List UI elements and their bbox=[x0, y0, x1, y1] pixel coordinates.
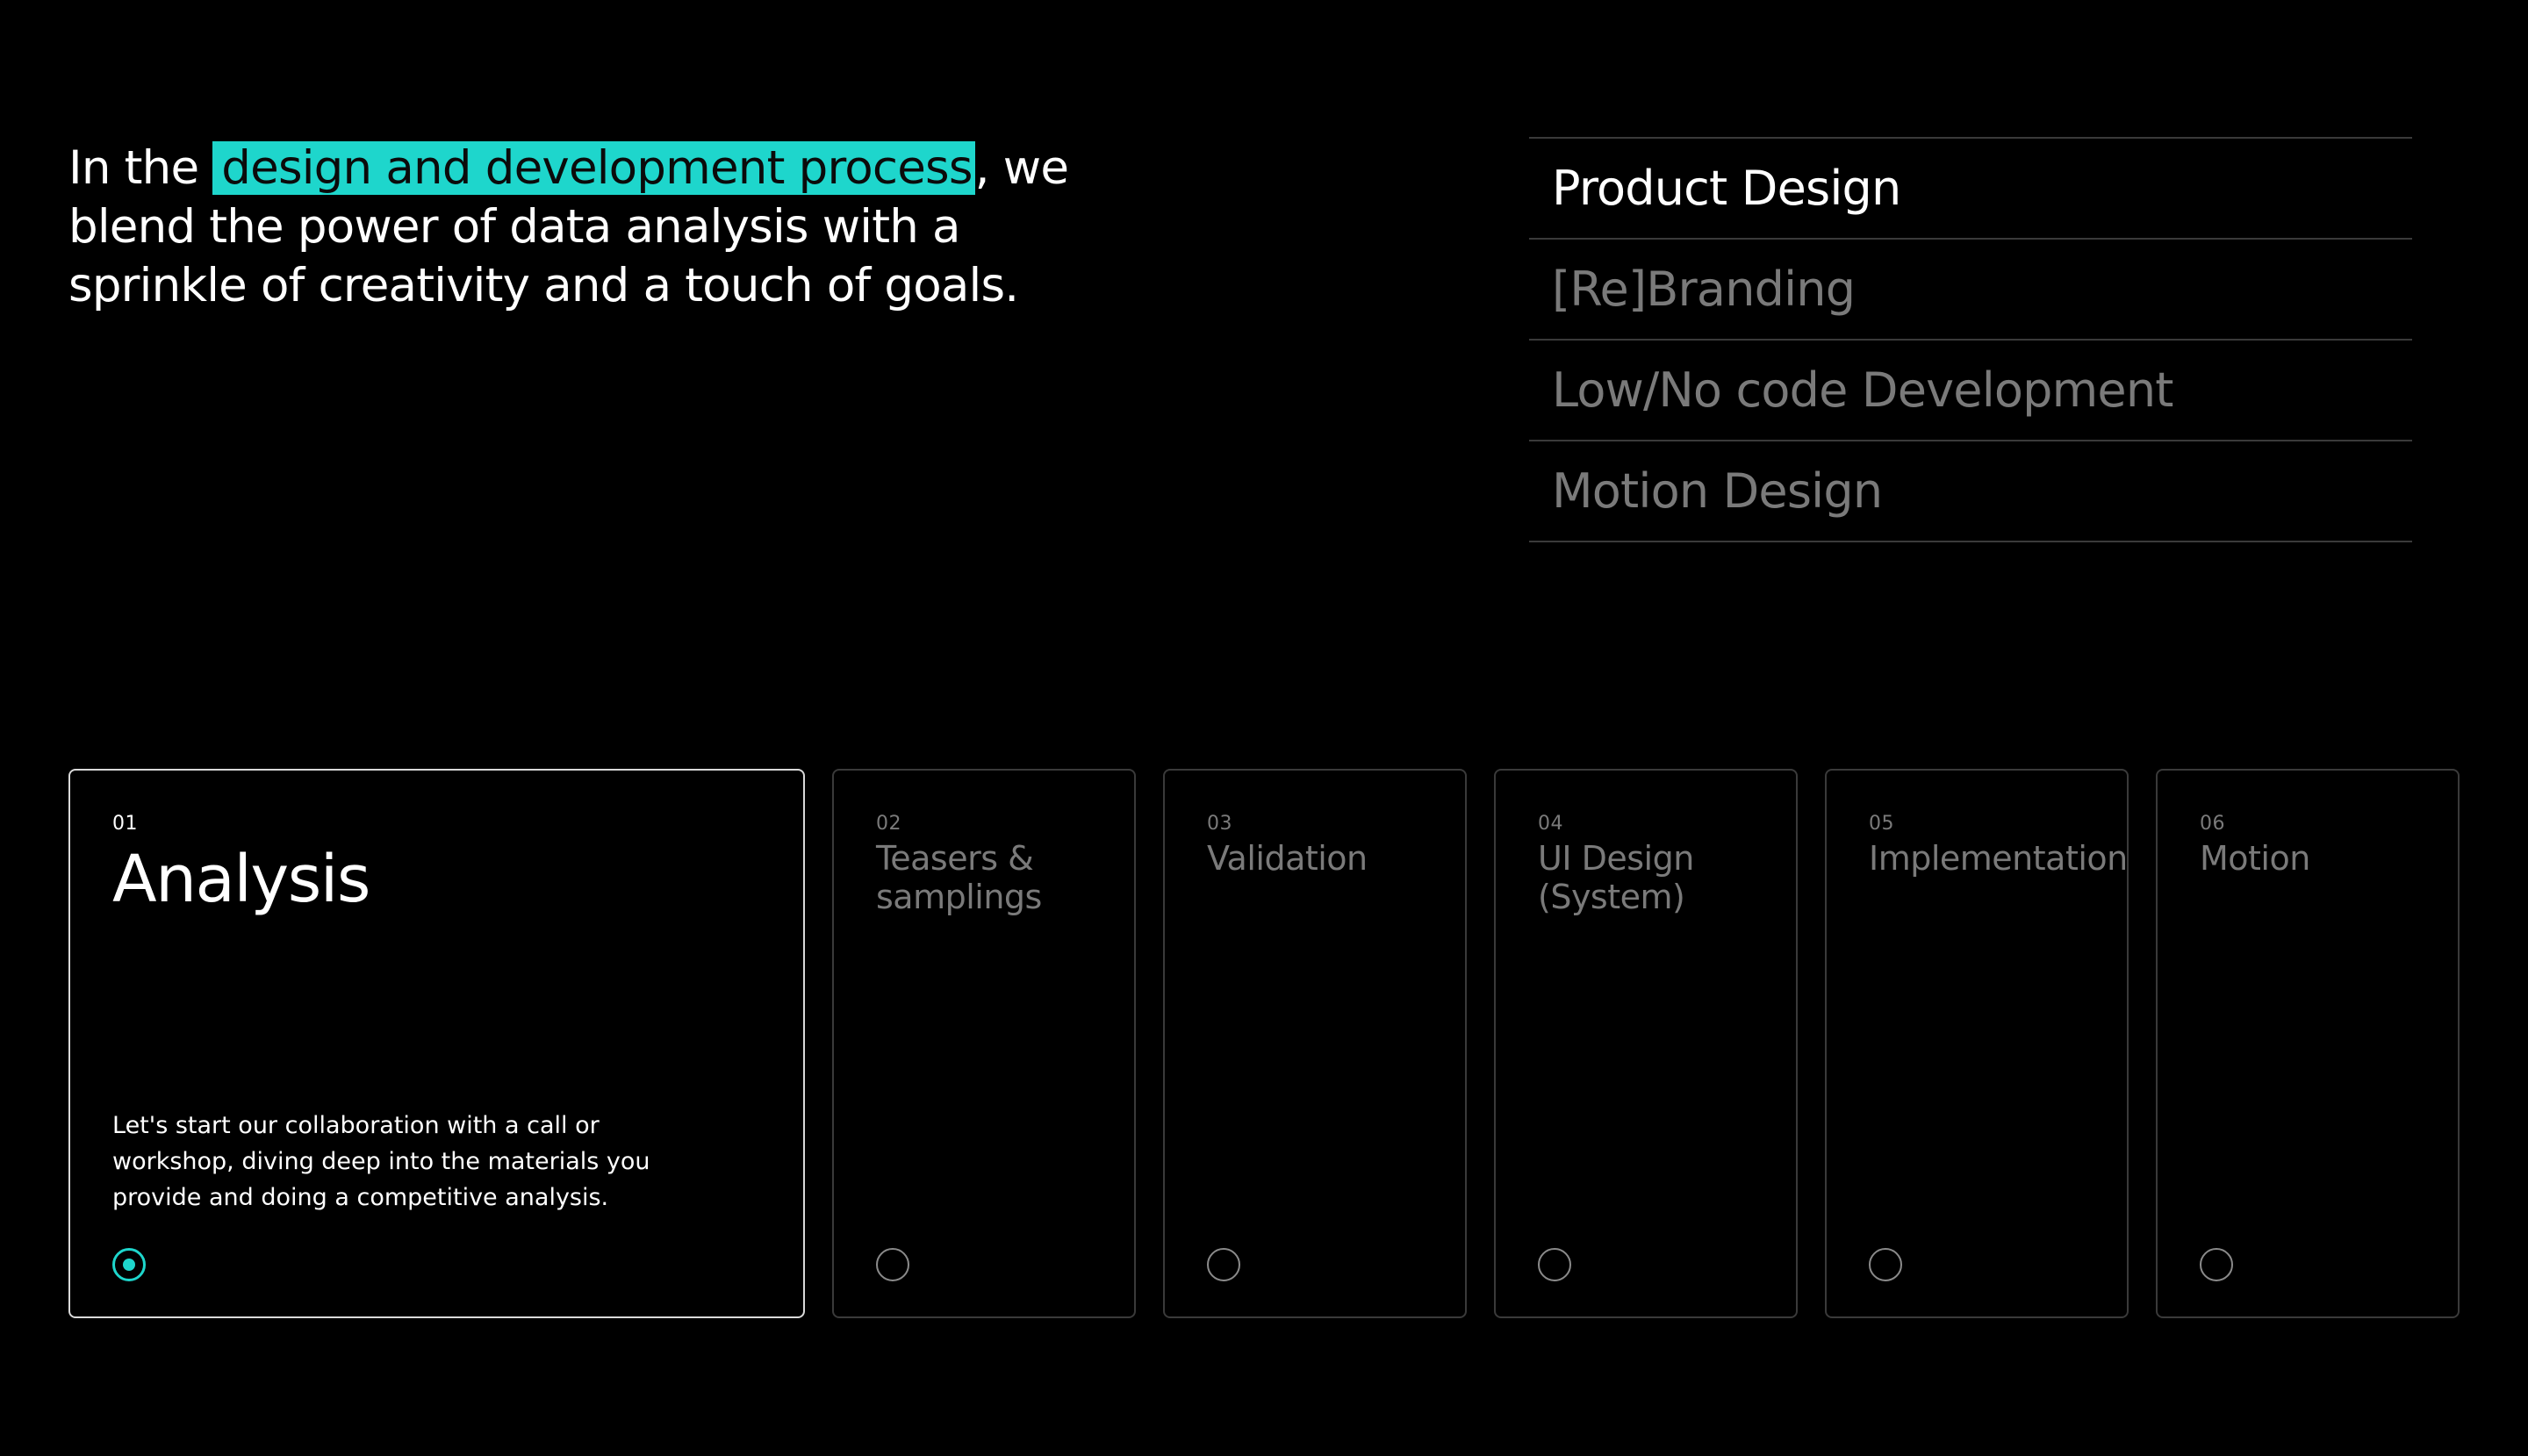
step-number: 01 bbox=[112, 813, 138, 835]
step-radio[interactable] bbox=[2200, 1248, 2233, 1281]
step-description: Let's start our collaboration with a cal… bbox=[112, 1112, 650, 1211]
step-radio-selected[interactable] bbox=[112, 1248, 146, 1281]
step-number: 04 bbox=[1538, 813, 1563, 835]
intro-text-before: In the bbox=[68, 141, 213, 195]
step-card-teasers-samplings[interactable]: 02 Teasers & samplings bbox=[832, 769, 1136, 1318]
step-number: 02 bbox=[876, 813, 901, 835]
step-card-validation[interactable]: 03 Validation bbox=[1163, 769, 1467, 1318]
process-steps: 01 Analysis Let's start our collaboratio… bbox=[68, 769, 2460, 1318]
services-list: Product Design [Re]Branding Low/No code … bbox=[1529, 137, 2412, 542]
step-title: Validation bbox=[1207, 839, 1368, 878]
intro-highlight: design and development process bbox=[212, 141, 975, 195]
step-title: Analysis bbox=[112, 842, 370, 917]
step-radio[interactable] bbox=[1538, 1248, 1571, 1281]
step-radio[interactable] bbox=[1207, 1248, 1240, 1281]
step-title: UI Design (System) bbox=[1538, 839, 1694, 916]
step-card-analysis[interactable]: 01 Analysis Let's start our collaboratio… bbox=[68, 769, 805, 1318]
step-title: Implementation bbox=[1869, 839, 2128, 878]
step-radio[interactable] bbox=[1869, 1248, 1902, 1281]
step-number: 03 bbox=[1207, 813, 1232, 835]
step-card-implementation[interactable]: 05 Implementation bbox=[1825, 769, 2129, 1318]
step-title: Teasers & samplings bbox=[876, 839, 1042, 916]
step-title: Motion bbox=[2200, 839, 2310, 878]
step-number: 06 bbox=[2200, 813, 2225, 835]
service-item-low-no-code-development[interactable]: Low/No code Development bbox=[1529, 341, 2412, 441]
service-item-rebranding[interactable]: [Re]Branding bbox=[1529, 240, 2412, 341]
step-card-motion[interactable]: 06 Motion bbox=[2156, 769, 2460, 1318]
step-radio[interactable] bbox=[876, 1248, 909, 1281]
service-item-product-design[interactable]: Product Design bbox=[1529, 139, 2412, 240]
step-card-ui-design-system[interactable]: 04 UI Design (System) bbox=[1494, 769, 1798, 1318]
intro-paragraph: In the design and development process, w… bbox=[68, 139, 1104, 315]
step-number: 05 bbox=[1869, 813, 1894, 835]
service-item-motion-design[interactable]: Motion Design bbox=[1529, 441, 2412, 542]
